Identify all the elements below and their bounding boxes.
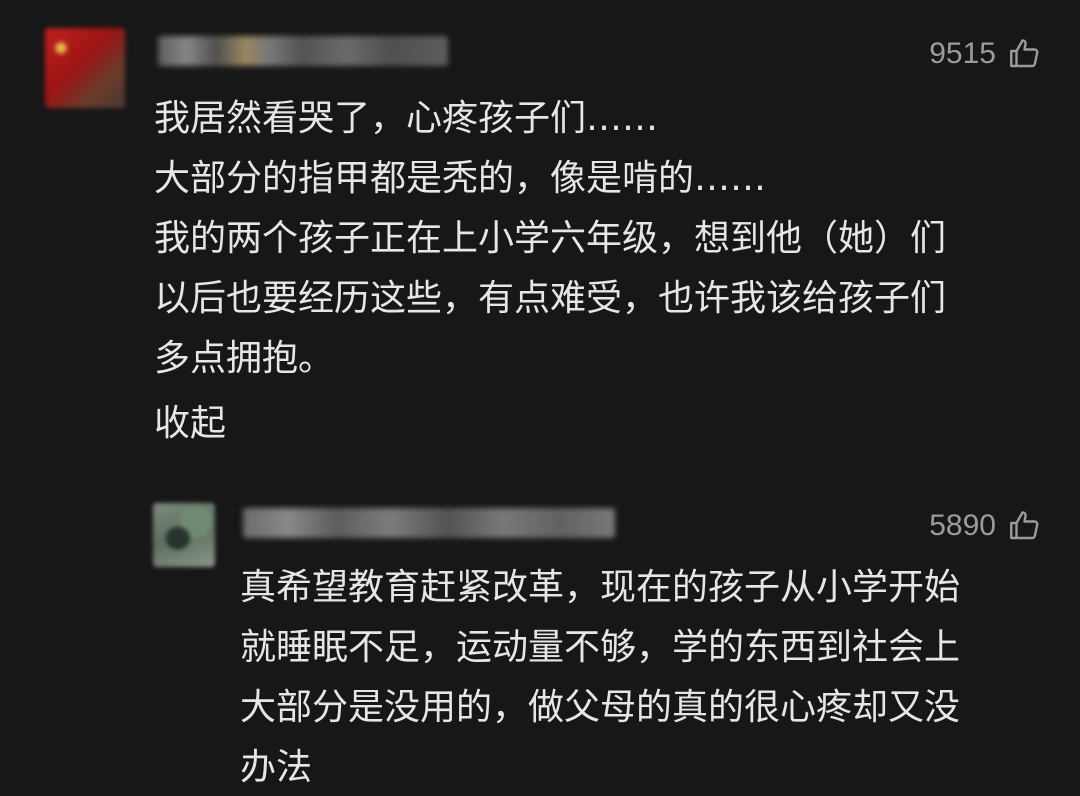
collapse-button[interactable]: 收起 <box>154 396 226 452</box>
comment-line: 我居然看哭了，心疼孩子们…… <box>154 98 659 139</box>
comment-line: 以后也要经历这些，有点难受，也许我该给孩子们 <box>154 278 947 319</box>
reply-line: 办法 <box>240 747 313 788</box>
comment-line: 我的两个孩子正在上小学六年级，想到他（她）们 <box>154 218 947 259</box>
username-blurred[interactable] <box>158 36 448 66</box>
reply-like-count: 5890 <box>929 509 996 542</box>
avatar[interactable] <box>45 28 125 108</box>
like-count: 9515 <box>929 37 996 70</box>
reply-like-button[interactable]: 5890 <box>929 506 1042 546</box>
like-button[interactable]: 9515 <box>929 34 1042 74</box>
thumbs-up-icon <box>1010 39 1039 68</box>
reply-line: 就睡眠不足，运动量不够，学的东西到社会上 <box>240 627 961 668</box>
reply-text: 真希望教育赶紧改革，现在的孩子从小学开始 就睡眠不足，运动量不够，学的东西到社会… <box>240 558 1050 796</box>
comment-line: 大部分的指甲都是秃的，像是啃的…… <box>154 158 767 199</box>
reply-username-blurred[interactable] <box>243 508 615 538</box>
comment-line: 多点拥抱。 <box>154 338 335 379</box>
reply-line: 大部分是没用的，做父母的真的很心疼却又没 <box>240 687 961 728</box>
comment-thread: 9515 我居然看哭了，心疼孩子们…… 大部分的指甲都是秃的，像是啃的…… 我的… <box>0 0 1080 796</box>
thumbs-up-icon <box>1010 511 1039 540</box>
comment-text: 我居然看哭了，心疼孩子们…… 大部分的指甲都是秃的，像是啃的…… 我的两个孩子正… <box>154 89 1054 389</box>
reply-line: 真希望教育赶紧改革，现在的孩子从小学开始 <box>240 567 961 608</box>
reply-avatar[interactable] <box>153 503 215 567</box>
